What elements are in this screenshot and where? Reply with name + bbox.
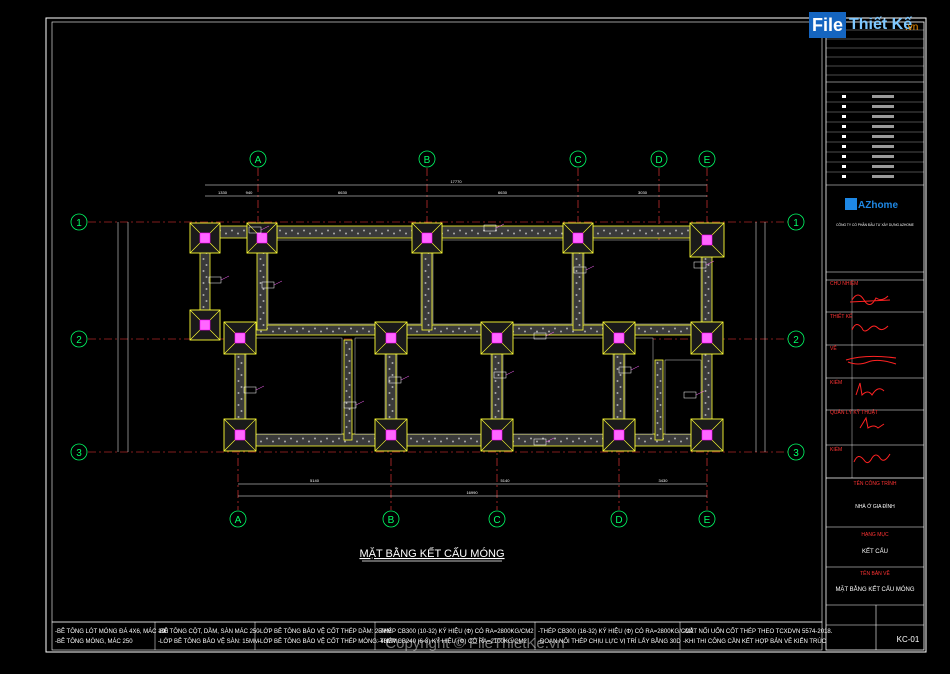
axis-label-row: 3 bbox=[76, 448, 82, 459]
column bbox=[491, 332, 503, 344]
column bbox=[234, 332, 246, 344]
column bbox=[256, 232, 268, 244]
footing-beam bbox=[204, 225, 708, 239]
room-outline bbox=[583, 239, 702, 325]
footing-beam bbox=[239, 433, 708, 447]
label-kiem: KIỂM bbox=[830, 379, 842, 386]
axis-label-row: 1 bbox=[76, 218, 82, 229]
revision-table bbox=[826, 29, 924, 178]
note-line: -THÉP CB300 (10-32) KÝ HIỆU (Φ) CÓ RA=28… bbox=[378, 627, 534, 635]
drawing-title: MẶT BẰNG KẾT CẤU MÓNG bbox=[359, 547, 504, 560]
dim-top: 940 bbox=[246, 190, 253, 195]
ten-ban-ve: MẶT BẰNG KẾT CẤU MÓNG bbox=[835, 585, 914, 593]
beam-tag bbox=[208, 276, 222, 284]
axis-label-row: 1 bbox=[793, 218, 799, 229]
dim-top: 6630 bbox=[498, 190, 508, 195]
axis-label-bottom: C bbox=[493, 515, 500, 526]
foundation-plan: A B C D E A B C D E 1 1 2 2 3 3 17770 1330 940 6630 6630 3030… bbox=[70, 150, 805, 528]
dim-overall-top: 17770 bbox=[450, 179, 462, 184]
column bbox=[385, 332, 397, 344]
note-line: -LỚP BÊ TÔNG BẢO VỆ CỐT THÉP MÓNG: 40MM bbox=[258, 637, 397, 645]
column bbox=[701, 429, 713, 441]
watermark-logo: File Thiết Kế .vn bbox=[809, 12, 925, 42]
axis-label-bottom: E bbox=[704, 515, 711, 526]
column bbox=[572, 232, 584, 244]
cad-drawing: -BÊ TÔNG LÓT MÓNG ĐÁ 4X6, MÁC 100-BÊ TÔN… bbox=[45, 17, 927, 653]
column bbox=[199, 232, 211, 244]
footing-beam bbox=[654, 359, 664, 441]
note-line: -BÊ TÔNG LÓT MÓNG ĐÁ 4X6, MÁC 100 bbox=[55, 627, 169, 635]
room-outline bbox=[502, 337, 614, 435]
dim-top: 3030 bbox=[638, 190, 648, 195]
note-line: -LỚP BÊ TÔNG BẢO VỆ SÀN: 15MM bbox=[158, 637, 259, 645]
column bbox=[613, 332, 625, 344]
dim-bottom: 5140 bbox=[501, 478, 511, 483]
label-kiem-2: KIỂM bbox=[830, 446, 842, 453]
room-outline bbox=[432, 239, 573, 325]
axis-label-bottom: B bbox=[388, 515, 395, 526]
company-logo-text: AZhome bbox=[858, 200, 898, 211]
label-quan-ly: QUẢN LÝ KỸ THUẬT bbox=[830, 409, 878, 416]
label-chu-nhiem: CHỦ NHIỆM bbox=[830, 279, 858, 287]
note-line: -KHI THI CÔNG CẦN KẾT HỢP BẢN VẼ KIẾN TR… bbox=[683, 638, 827, 645]
company-logo: AZhome CÔNG TY CỔ PHẦN ĐẦU TƯ XÂY DỰNG A… bbox=[836, 198, 915, 227]
room-outline bbox=[267, 239, 422, 325]
column bbox=[701, 234, 713, 246]
column bbox=[613, 429, 625, 441]
room-outline bbox=[245, 337, 343, 435]
footing-beam bbox=[343, 339, 353, 441]
dim-bottom: 3430 bbox=[659, 478, 669, 483]
axis-label-row: 2 bbox=[793, 335, 799, 346]
column bbox=[234, 429, 246, 441]
axis-label-bottom: D bbox=[615, 515, 622, 526]
hang-muc: KẾT CẤU bbox=[862, 548, 888, 555]
note-line: -LỚP BÊ TÔNG BẢO VỆ CỐT THÉP DẦM: 25MM bbox=[258, 627, 392, 635]
dim-top: 1330 bbox=[218, 190, 228, 195]
ten-cong-trinh: NHÀ Ở GIA ĐÌNH bbox=[855, 503, 895, 510]
signatures bbox=[845, 294, 897, 464]
axis-label-top: A bbox=[255, 155, 262, 166]
axis-label-top: C bbox=[574, 155, 581, 166]
logo-vn: .vn bbox=[905, 22, 919, 33]
logo-thietke: Thiết Kế bbox=[849, 16, 913, 33]
dim-overall-bottom: 16990 bbox=[466, 490, 478, 495]
footing-beam bbox=[239, 324, 708, 336]
label-thiet-ke: THIẾT KẾ bbox=[830, 313, 853, 320]
drawing-number: KC-01 bbox=[897, 635, 920, 644]
axis-label-top: E bbox=[704, 155, 711, 166]
company-subtitle: CÔNG TY CỔ PHẦN ĐẦU TƯ XÂY DỰNG AZHOME bbox=[836, 222, 915, 227]
note-line: -BÊ TÔNG MÓNG, MÁC 250 bbox=[55, 637, 133, 645]
note-line: -CẮT NỐI UỐN CỐT THÉP THEO TCXDVN 5574-2… bbox=[683, 627, 833, 635]
axis-label-top: B bbox=[424, 155, 431, 166]
label-ve: VẼ bbox=[830, 345, 837, 352]
dim-top: 6630 bbox=[338, 190, 348, 195]
column bbox=[199, 319, 211, 331]
room-outline bbox=[396, 337, 492, 435]
note-line: -THÉP CB300 (16-32) KÝ HIỆU (Φ) CÓ RA=28… bbox=[538, 627, 694, 635]
axis-label-bottom: A bbox=[235, 515, 242, 526]
axis-label-row: 3 bbox=[793, 448, 799, 459]
note-line: -BÊ TÔNG CỘT, DẦM, SÀN MÁC 250 bbox=[158, 627, 260, 635]
column bbox=[491, 429, 503, 441]
label-hang-muc: HẠNG MỤC bbox=[861, 532, 889, 538]
column bbox=[701, 332, 713, 344]
dim-bottom: 5140 bbox=[310, 478, 320, 483]
column bbox=[421, 232, 433, 244]
copyright-watermark: Copyright © FileThietKe.vn bbox=[385, 635, 564, 652]
axis-label-row: 2 bbox=[76, 335, 82, 346]
logo-file: File bbox=[809, 12, 847, 38]
label-ten-ban-ve: TÊN BẢN VẼ bbox=[860, 569, 890, 577]
label-ten-cong-trinh: TÊN CÔNG TRÌNH bbox=[854, 479, 897, 487]
axis-label-top: D bbox=[655, 155, 662, 166]
column bbox=[385, 429, 397, 441]
